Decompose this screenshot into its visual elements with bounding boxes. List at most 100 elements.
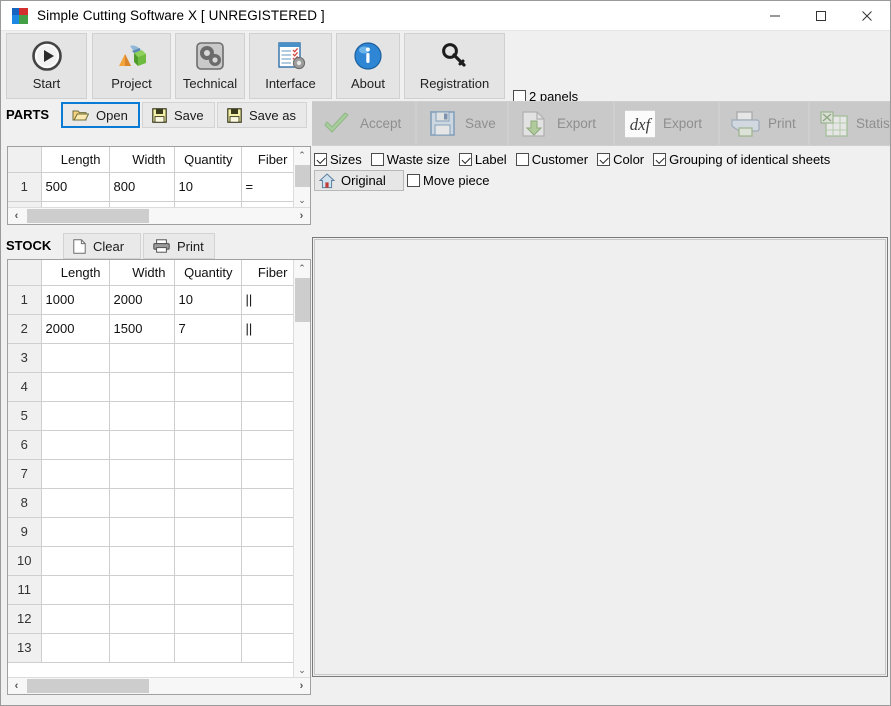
stock-cell-length[interactable] [41, 517, 109, 546]
layout-canvas[interactable] [312, 237, 888, 677]
scroll-right-icon[interactable]: › [293, 680, 310, 692]
stock-cell-length[interactable]: 2000 [41, 314, 109, 343]
toolbar-button-start[interactable]: Start [6, 33, 87, 99]
original-view-button[interactable]: Original [314, 170, 404, 191]
parts-save-button[interactable]: Save [142, 102, 215, 128]
scroll-up-icon[interactable]: ⌃ [294, 147, 310, 164]
close-button[interactable] [844, 1, 890, 31]
table-row[interactable]: 9 [8, 517, 296, 546]
stock-cell-quantity[interactable] [174, 546, 241, 575]
action-button-statistics[interactable]: Statistics [810, 102, 890, 145]
table-row[interactable]: 1 500 800 10 = [8, 172, 296, 201]
stock-cell-width[interactable] [109, 430, 174, 459]
layout-canvas-inner[interactable] [314, 239, 886, 675]
table-row[interactable]: 7 [8, 459, 296, 488]
stock-cell-quantity[interactable] [174, 372, 241, 401]
toolbar-button-about[interactable]: About [336, 33, 400, 99]
stock-cell-width[interactable] [109, 372, 174, 401]
stock-vscroll-thumb[interactable] [295, 278, 310, 322]
stock-cell-fiber[interactable] [241, 401, 296, 430]
option-customer[interactable]: Customer [516, 152, 588, 167]
scroll-left-icon[interactable]: ‹ [8, 210, 25, 222]
stock-cell-quantity[interactable]: 7 [174, 314, 241, 343]
action-button-save[interactable]: Save [417, 102, 507, 145]
stock-cell-quantity[interactable] [174, 633, 241, 662]
stock-cell-length[interactable] [41, 604, 109, 633]
stock-cell-quantity[interactable] [174, 430, 241, 459]
stock-cell-quantity[interactable] [174, 459, 241, 488]
scroll-right-icon[interactable]: › [293, 210, 310, 222]
stock-cell-fiber[interactable] [241, 517, 296, 546]
scroll-up-icon[interactable]: ⌃ [294, 260, 310, 277]
option-color-box[interactable] [597, 153, 610, 166]
stock-cell-quantity[interactable] [174, 488, 241, 517]
stock-cell-fiber[interactable] [241, 372, 296, 401]
parts-hscroll-thumb[interactable] [27, 209, 149, 223]
stock-cell-fiber[interactable]: || [241, 314, 296, 343]
parts-vertical-scrollbar[interactable]: ⌃ ⌄ [293, 147, 310, 209]
table-row[interactable]: 11000200010|| [8, 285, 296, 314]
stock-cell-width[interactable] [109, 546, 174, 575]
parts-save-as-button[interactable]: Save as [217, 102, 307, 128]
stock-cell-fiber[interactable] [241, 633, 296, 662]
stock-cell-length[interactable] [41, 575, 109, 604]
parts-cell-width[interactable]: 800 [109, 172, 174, 201]
stock-horizontal-scrollbar[interactable]: ‹ › [8, 677, 310, 694]
option-sizes[interactable]: Sizes [314, 152, 362, 167]
stock-cell-fiber[interactable] [241, 575, 296, 604]
stock-cell-quantity[interactable] [174, 575, 241, 604]
action-button-dxf-export[interactable]: dxf Export [615, 102, 718, 145]
stock-clear-button[interactable]: Clear [63, 233, 141, 259]
stock-cell-fiber[interactable] [241, 430, 296, 459]
stock-cell-quantity[interactable] [174, 401, 241, 430]
stock-hscroll-thumb[interactable] [27, 679, 149, 693]
option-label[interactable]: Label [459, 152, 507, 167]
stock-cell-quantity[interactable] [174, 604, 241, 633]
toolbar-button-interface[interactable]: Interface [249, 33, 332, 99]
stock-cell-fiber[interactable] [241, 459, 296, 488]
option-customer-box[interactable] [516, 153, 529, 166]
stock-cell-length[interactable]: 1000 [41, 285, 109, 314]
stock-cell-width[interactable] [109, 633, 174, 662]
stock-print-button[interactable]: Print [143, 233, 215, 259]
table-row[interactable]: 4 [8, 372, 296, 401]
stock-cell-fiber[interactable] [241, 604, 296, 633]
toolbar-button-registration[interactable]: Registration [404, 33, 505, 99]
stock-cell-width[interactable] [109, 604, 174, 633]
option-move-piece-box[interactable] [407, 174, 420, 187]
option-move-piece[interactable]: Move piece [407, 173, 489, 188]
table-row[interactable]: 11 [8, 575, 296, 604]
parts-cell-quantity[interactable]: 10 [174, 172, 241, 201]
stock-cell-fiber[interactable] [241, 488, 296, 517]
stock-cell-length[interactable] [41, 430, 109, 459]
stock-cell-length[interactable] [41, 546, 109, 575]
stock-vertical-scrollbar[interactable]: ⌃ ⌄ [293, 260, 310, 679]
parts-vscroll-thumb[interactable] [295, 165, 310, 187]
stock-cell-width[interactable] [109, 343, 174, 372]
table-row[interactable]: 10 [8, 546, 296, 575]
stock-cell-fiber[interactable] [241, 343, 296, 372]
parts-cell-fiber[interactable]: = [241, 172, 296, 201]
scroll-left-icon[interactable]: ‹ [8, 680, 25, 692]
stock-cell-width[interactable]: 2000 [109, 285, 174, 314]
stock-cell-quantity[interactable]: 10 [174, 285, 241, 314]
stock-cell-width[interactable] [109, 488, 174, 517]
table-row[interactable]: 6 [8, 430, 296, 459]
table-row[interactable]: 2200015007|| [8, 314, 296, 343]
stock-cell-quantity[interactable] [174, 343, 241, 372]
parts-cell-length[interactable]: 500 [41, 172, 109, 201]
option-waste-size-box[interactable] [371, 153, 384, 166]
table-row[interactable]: 12 [8, 604, 296, 633]
toolbar-button-technical[interactable]: Technical [175, 33, 245, 99]
table-row[interactable]: 8 [8, 488, 296, 517]
stock-cell-length[interactable] [41, 343, 109, 372]
stock-cell-width[interactable]: 1500 [109, 314, 174, 343]
table-row[interactable]: 3 [8, 343, 296, 372]
minimize-button[interactable] [752, 1, 798, 31]
table-row[interactable]: 5 [8, 401, 296, 430]
option-grouping[interactable]: Grouping of identical sheets [653, 152, 830, 167]
action-button-export[interactable]: Export [509, 102, 613, 145]
stock-cell-width[interactable] [109, 517, 174, 546]
action-button-accept[interactable]: Accept [312, 102, 415, 145]
parts-open-button[interactable]: Open [61, 102, 140, 128]
